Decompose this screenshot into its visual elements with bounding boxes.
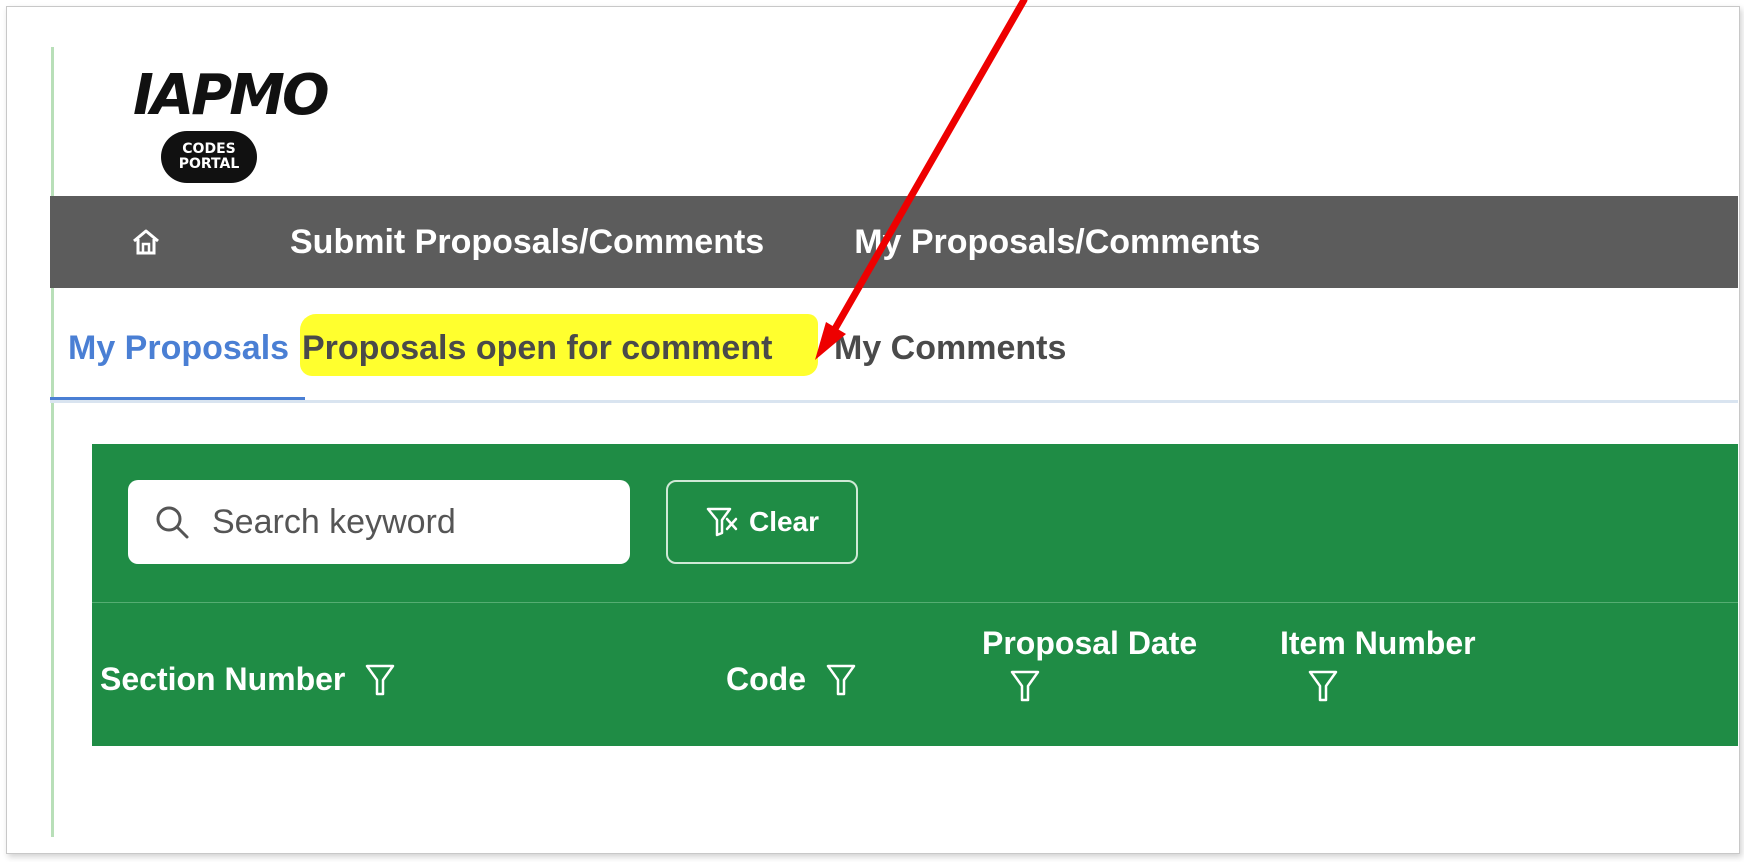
nav-my-proposals-comments[interactable]: My Proposals/Comments	[854, 223, 1260, 262]
search-box[interactable]	[128, 480, 630, 564]
table-toolbar: Clear	[92, 444, 1738, 602]
logo-badge-line1: CODES	[182, 141, 236, 157]
clear-filters-button[interactable]: Clear	[666, 480, 858, 564]
logo-wordmark: IAPMO	[133, 63, 330, 128]
tab-bar: My Proposals Proposals open for comment …	[50, 300, 1738, 403]
left-border-accent	[51, 47, 54, 837]
column-label-item-number: Item Number	[1280, 625, 1476, 661]
column-header-item-number[interactable]: Item Number	[1280, 625, 1476, 704]
search-input[interactable]	[210, 501, 614, 543]
filter-icon[interactable]	[826, 662, 856, 698]
clear-filter-icon	[706, 507, 738, 537]
clear-button-label: Clear	[748, 506, 820, 537]
column-label-section-number: Section Number	[100, 661, 346, 697]
top-navigation-bar: Submit Proposals/Comments My Proposals/C…	[50, 196, 1738, 288]
iapmo-logo[interactable]: IAPMO CODES PORTAL	[125, 53, 335, 203]
nav-submit-proposals-comments[interactable]: Submit Proposals/Comments	[290, 223, 764, 262]
search-icon	[156, 506, 189, 539]
filter-icon[interactable]	[1308, 668, 1338, 704]
home-icon	[133, 229, 159, 255]
column-header-proposal-date[interactable]: Proposal Date	[982, 625, 1197, 704]
logo-badge-line2: PORTAL	[178, 156, 240, 172]
column-label-proposal-date: Proposal Date	[982, 625, 1198, 661]
column-label-code: Code	[726, 661, 806, 697]
tab-my-proposals[interactable]: My Proposals	[68, 300, 295, 397]
logo-badge: CODES PORTAL	[161, 131, 257, 183]
column-header-code[interactable]: Code	[726, 661, 856, 698]
tab-my-comments[interactable]: My Comments	[834, 300, 1066, 397]
home-button[interactable]	[128, 224, 164, 260]
tab-proposals-open-for-comment[interactable]: Proposals open for comment	[302, 300, 772, 397]
filter-icon[interactable]	[365, 662, 395, 698]
column-header-section-number[interactable]: Section Number	[100, 661, 395, 698]
table-header-row: Section Number Code Proposal Date Item N…	[92, 602, 1738, 746]
filter-icon[interactable]	[1010, 668, 1040, 704]
active-tab-indicator	[50, 397, 305, 400]
